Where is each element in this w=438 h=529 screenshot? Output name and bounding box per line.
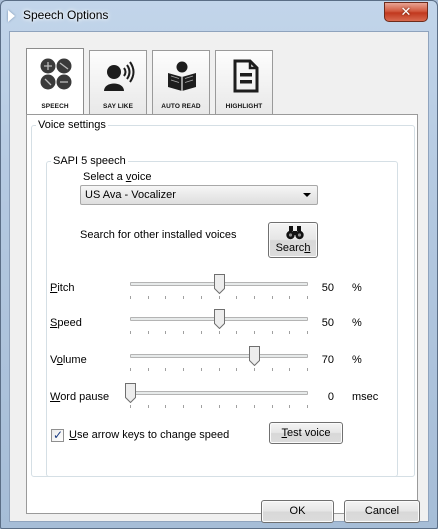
- slider-thumb[interactable]: [214, 274, 225, 294]
- pitch-value: 50: [321, 282, 334, 294]
- title-bar[interactable]: Speech Options ✕: [1, 1, 437, 31]
- word-pause-label: Word pause: [50, 391, 110, 403]
- slider-thumb[interactable]: [125, 383, 136, 403]
- close-icon: ✕: [400, 4, 412, 19]
- voice-settings-group: Voice settings SAPI 5 speech Select a vo…: [31, 119, 415, 477]
- speaking-head-icon: [104, 61, 135, 91]
- speech-dots-icon: [40, 58, 72, 90]
- tab-label: SPEECH: [41, 103, 69, 110]
- speed-value: 50: [321, 317, 334, 329]
- ok-button[interactable]: OK: [261, 500, 334, 523]
- cancel-button[interactable]: Cancel: [344, 500, 420, 523]
- word-pause-unit: msec: [352, 391, 379, 403]
- close-button[interactable]: ✕: [384, 2, 428, 22]
- volume-unit: %: [352, 354, 362, 366]
- binoculars-icon: [286, 226, 304, 240]
- tab-speech[interactable]: SPEECH: [26, 48, 84, 114]
- speed-slider[interactable]: [130, 309, 308, 335]
- volume-value: 70: [321, 354, 334, 366]
- select-voice-label: Select a voice: [83, 171, 152, 183]
- search-voices-button[interactable]: Search: [268, 222, 318, 258]
- tab-label: AUTO READ: [161, 103, 201, 110]
- speech-options-window: Speech Options ✕ SPEECH SAY LIKE AUTO RE…: [0, 0, 438, 529]
- speech-tab-panel: Voice settings SAPI 5 speech Select a vo…: [26, 114, 418, 514]
- slider-ticks: [130, 331, 308, 335]
- voice-select-value: US Ava - Vocalizer: [85, 189, 176, 201]
- slider-track[interactable]: [130, 391, 308, 395]
- speed-label: Speed: [50, 317, 82, 329]
- pitch-label: Pitch: [50, 282, 75, 294]
- chevron-down-icon: [303, 193, 311, 197]
- tab-label: HIGHLIGHT: [225, 103, 263, 110]
- search-button-label: Search: [275, 242, 311, 254]
- checkmark-icon: ✓: [53, 428, 64, 442]
- slider-ticks: [130, 296, 308, 300]
- dialog-body: SPEECH SAY LIKE AUTO READ HIGHLIGHT Voic…: [9, 31, 429, 523]
- pitch-unit: %: [352, 282, 362, 294]
- volume-label: Volume: [50, 354, 87, 366]
- arrow-keys-checkbox[interactable]: ✓: [51, 428, 64, 442]
- window-title: Speech Options: [23, 8, 109, 22]
- voice-select[interactable]: US Ava - Vocalizer: [80, 185, 318, 205]
- app-play-icon: [8, 10, 15, 22]
- slider-thumb[interactable]: [214, 309, 225, 329]
- document-lines-icon: [233, 59, 259, 93]
- voice-settings-legend: Voice settings: [38, 119, 106, 131]
- search-voices-label: Search for other installed voices: [80, 229, 237, 241]
- tab-auto-read[interactable]: AUTO READ: [152, 50, 210, 114]
- tab-label: SAY LIKE: [102, 103, 134, 110]
- slider-track[interactable]: [130, 354, 308, 358]
- slider-thumb[interactable]: [249, 346, 260, 366]
- tab-say-like[interactable]: SAY LIKE: [89, 50, 147, 114]
- slider-ticks: [130, 405, 308, 409]
- word-pause-slider[interactable]: [125, 383, 308, 409]
- tab-highlight[interactable]: HIGHLIGHT: [215, 50, 273, 114]
- word-pause-value: 0: [327, 391, 334, 403]
- slider-ticks: [130, 368, 308, 372]
- pitch-slider[interactable]: [130, 274, 308, 300]
- reader-book-icon: [168, 61, 196, 91]
- speed-unit: %: [352, 317, 362, 329]
- test-voice-button[interactable]: Test voice: [269, 422, 343, 444]
- volume-slider[interactable]: [130, 346, 308, 372]
- sapi-speech-legend: SAPI 5 speech: [53, 155, 126, 167]
- arrow-keys-label[interactable]: Use arrow keys to change speed: [69, 429, 229, 441]
